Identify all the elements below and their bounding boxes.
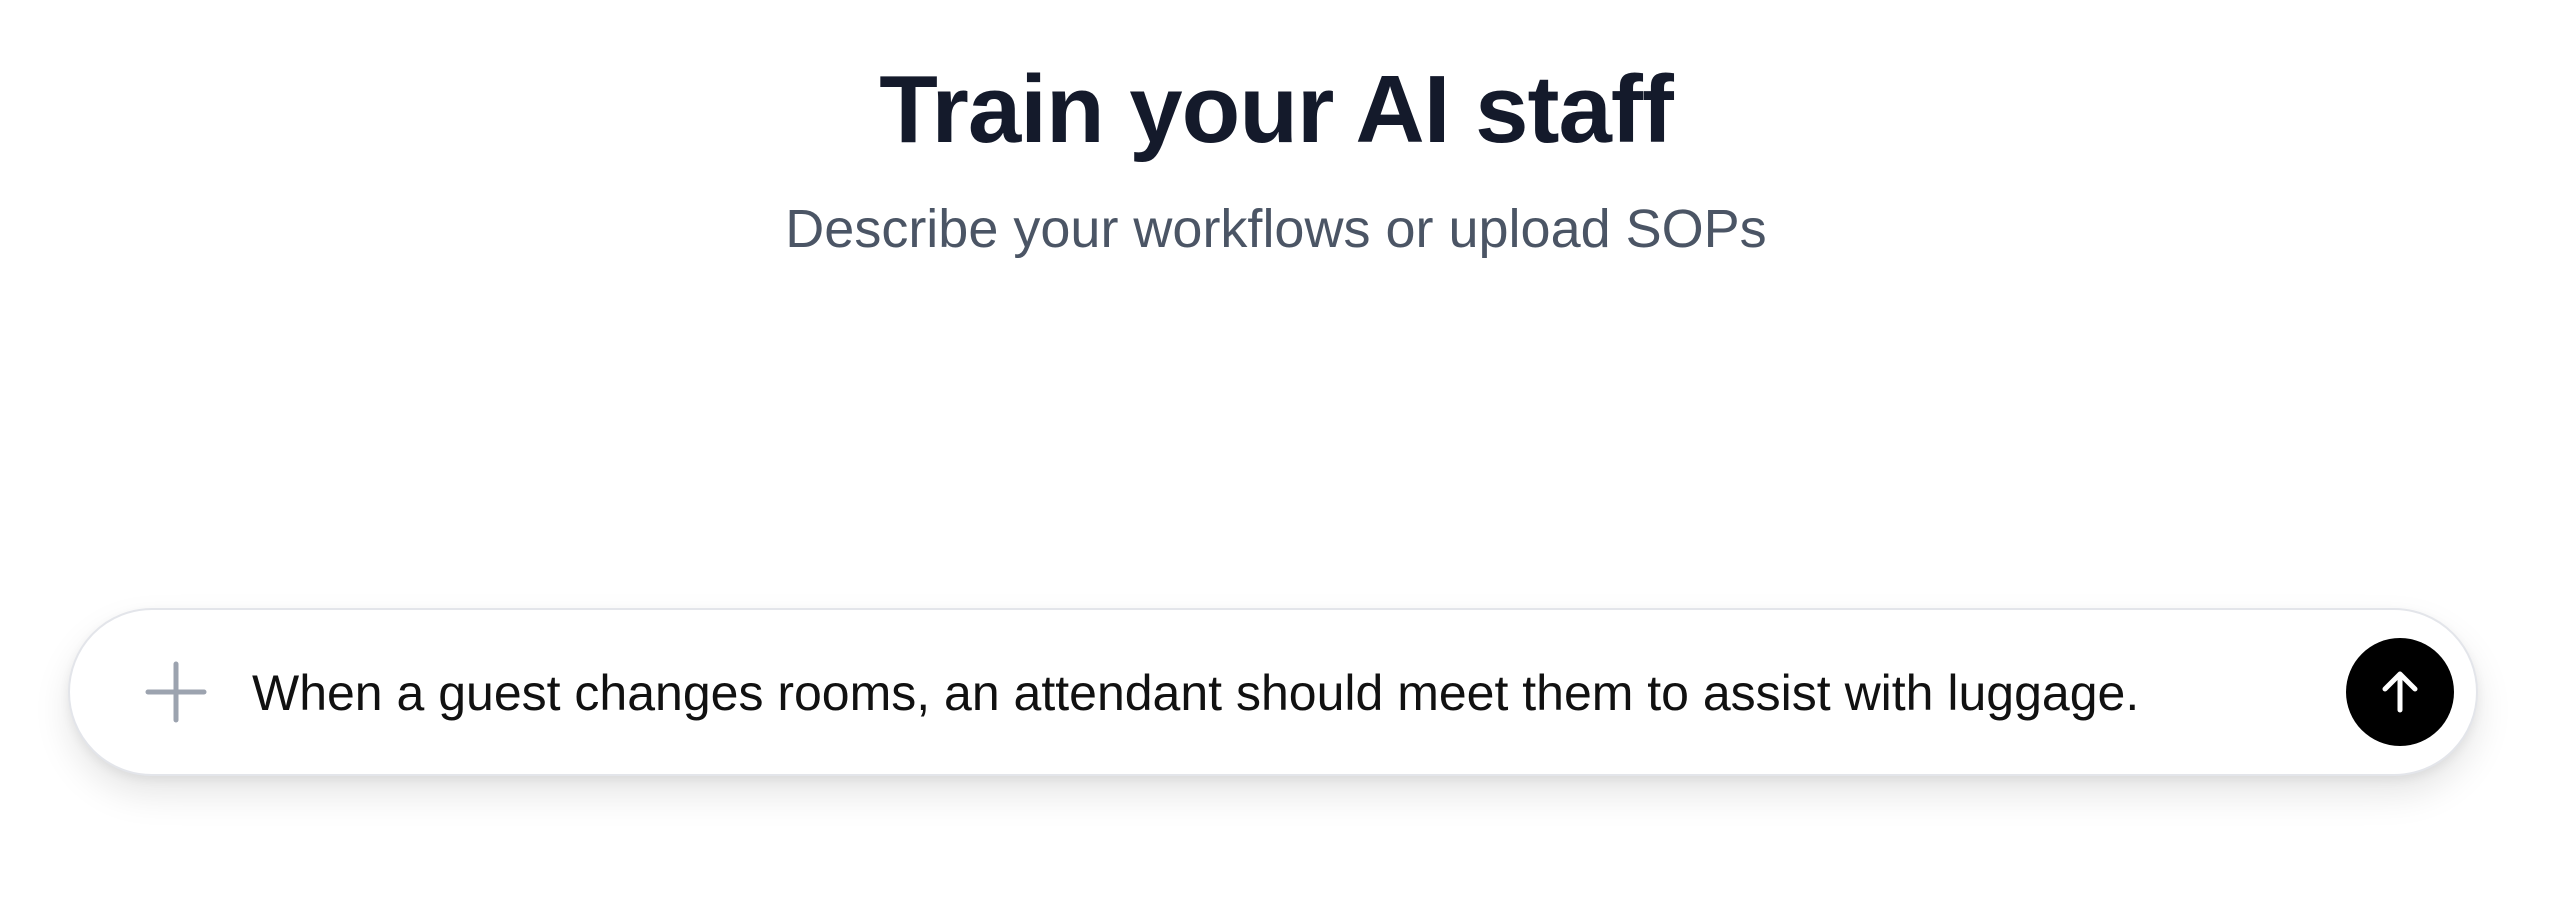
plus-icon (145, 661, 207, 723)
message-input[interactable] (252, 650, 2352, 736)
page-title: Train your AI staff (879, 56, 1674, 163)
arrow-up-icon (2382, 671, 2418, 713)
page-subtitle: Describe your workflows or upload SOPs (785, 199, 1767, 259)
message-composer (68, 608, 2478, 776)
page: Train your AI staff Describe your workfl… (0, 0, 2552, 902)
attach-button[interactable] (120, 636, 232, 748)
send-button[interactable] (2346, 638, 2454, 746)
